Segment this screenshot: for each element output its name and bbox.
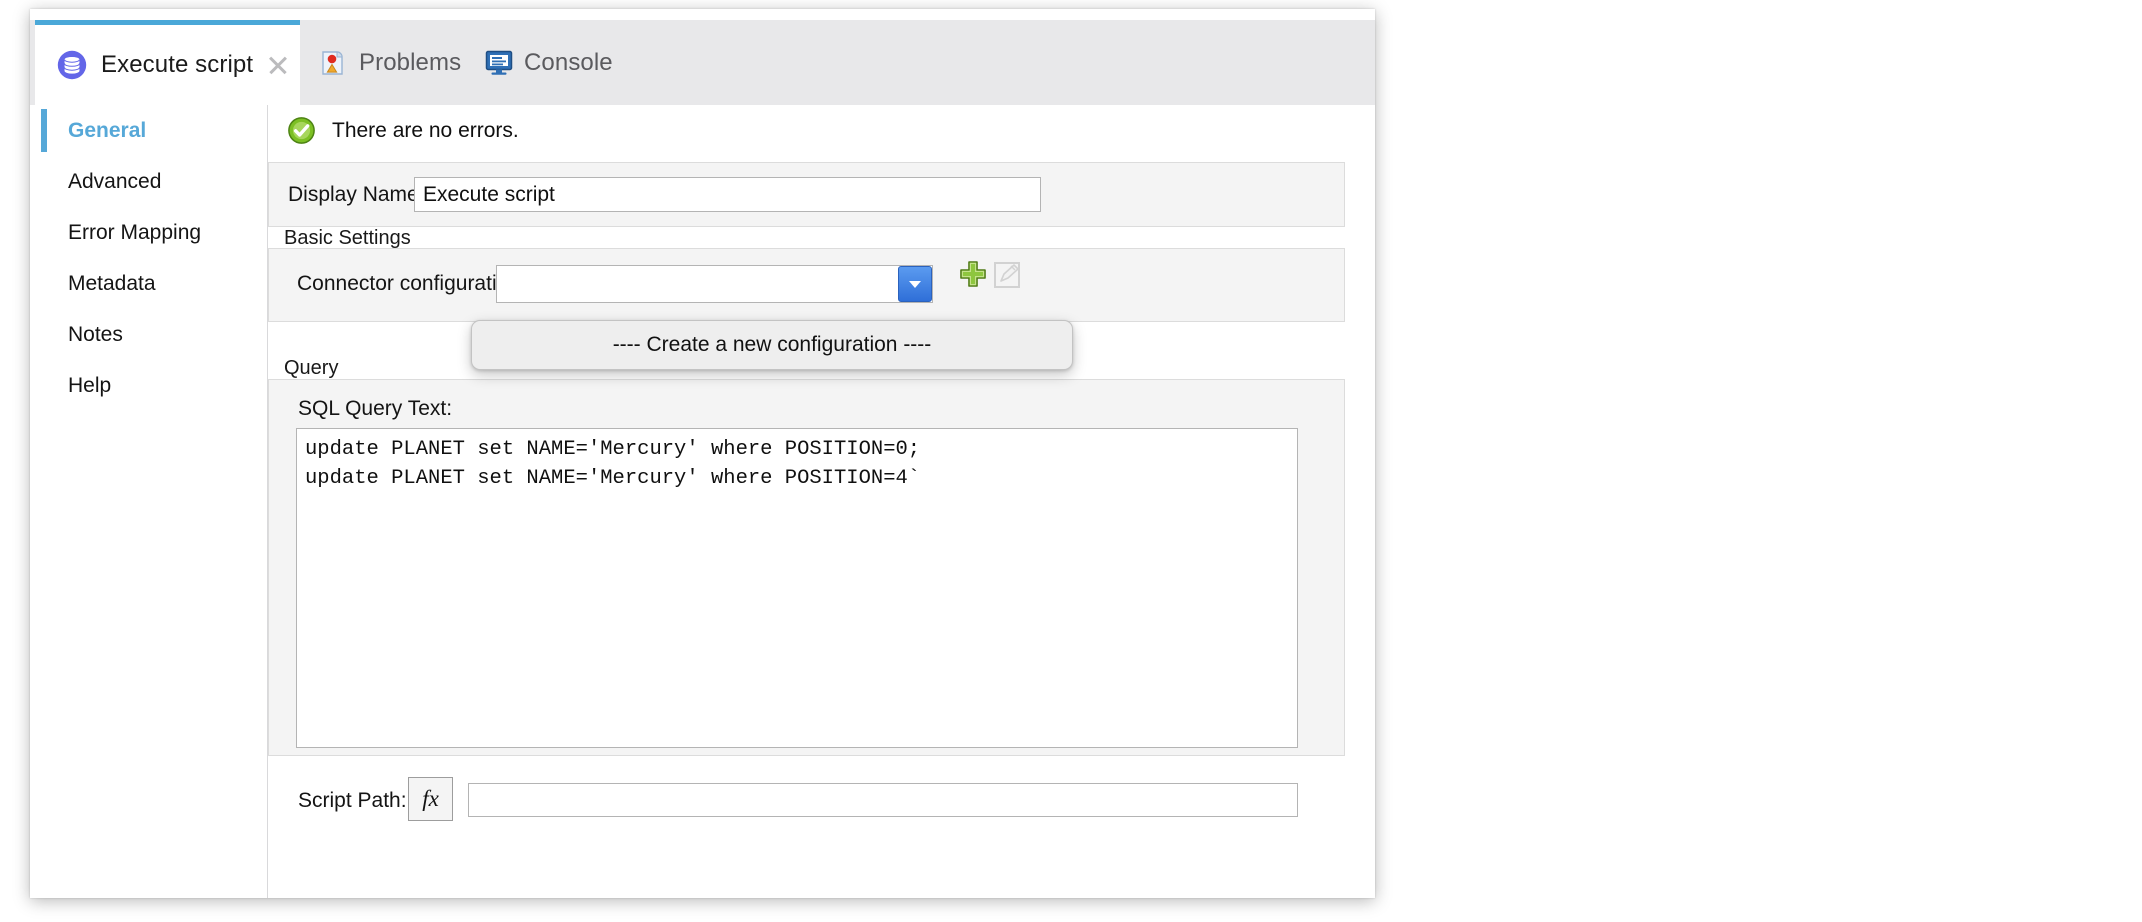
sidebar-item-label: Help — [68, 374, 111, 398]
display-name-panel: Display Name: — [268, 162, 1345, 227]
database-icon — [57, 50, 87, 80]
screen-root: Execute script Problems — [0, 0, 2142, 922]
connector-configuration-combo[interactable] — [496, 265, 933, 303]
display-name-input[interactable] — [414, 177, 1041, 212]
sidebar-item-error-mapping[interactable]: Error Mapping — [30, 207, 267, 258]
connector-configuration-label: Connector configuration: — [297, 272, 526, 296]
sidebar-item-advanced[interactable]: Advanced — [30, 156, 267, 207]
dropdown-option-create-new-configuration[interactable]: ---- Create a new configuration ---- — [613, 333, 932, 357]
chevron-down-icon[interactable] — [898, 266, 932, 302]
edit-configuration-button[interactable] — [993, 261, 1021, 289]
tab-console[interactable]: Console — [485, 20, 613, 105]
status-message: There are no errors. — [332, 119, 519, 143]
script-path-input[interactable] — [468, 783, 1298, 817]
status-message-row: There are no errors. — [288, 117, 519, 144]
console-icon — [485, 50, 513, 76]
sidebar-item-metadata[interactable]: Metadata — [30, 258, 267, 309]
sidebar-item-label: Metadata — [68, 272, 156, 296]
sidebar-item-general[interactable]: General — [30, 105, 267, 156]
editor-body: General Advanced Error Mapping Metadata … — [30, 105, 1375, 898]
sidebar-item-label: Error Mapping — [68, 221, 201, 245]
tab-bar: Execute script Problems — [30, 20, 1375, 106]
problems-icon — [320, 49, 348, 77]
sidebar-item-help[interactable]: Help — [30, 360, 267, 411]
display-name-label: Display Name: — [288, 183, 425, 207]
sql-query-text-label: SQL Query Text: — [298, 397, 452, 421]
properties-editor-window: Execute script Problems — [30, 9, 1375, 898]
sidebar-item-notes[interactable]: Notes — [30, 309, 267, 360]
fx-icon: fx — [422, 786, 439, 812]
sidebar-item-label: Advanced — [68, 170, 161, 194]
sidebar-item-label: Notes — [68, 323, 123, 347]
sql-query-textarea[interactable]: update PLANET set NAME='Mercury' where P… — [296, 428, 1298, 748]
editor-sidebar: General Advanced Error Mapping Metadata … — [30, 105, 268, 898]
tab-label-console: Console — [524, 49, 613, 77]
connector-configuration-dropdown-popup[interactable]: ---- Create a new configuration ---- — [471, 320, 1073, 370]
editor-content: There are no errors. Display Name: Basic… — [268, 105, 1375, 898]
tab-problems[interactable]: Problems — [320, 20, 461, 105]
tab-close-icon[interactable] — [267, 54, 289, 76]
tab-label-problems: Problems — [359, 49, 461, 77]
page-background — [1375, 0, 2142, 922]
tab-label-execute-script: Execute script — [101, 51, 253, 79]
success-check-icon — [288, 117, 315, 144]
tab-execute-script[interactable]: Execute script — [35, 20, 300, 105]
basic-settings-group-label: Basic Settings — [284, 227, 417, 250]
add-configuration-button[interactable] — [958, 259, 988, 289]
sidebar-item-label: General — [68, 119, 146, 143]
script-path-label: Script Path: — [298, 789, 407, 813]
script-path-fx-button[interactable]: fx — [408, 777, 453, 821]
query-group-label: Query — [284, 357, 344, 380]
